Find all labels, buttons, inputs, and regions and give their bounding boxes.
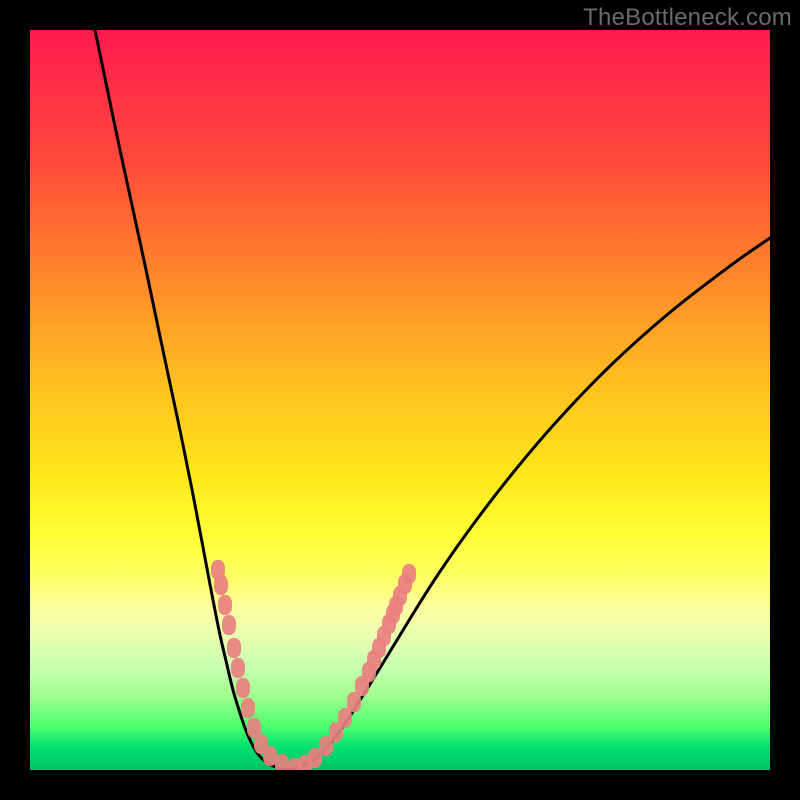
marker-right-markers-16 <box>402 564 416 584</box>
markers-group <box>211 560 416 770</box>
marker-right-markers-4 <box>338 708 352 728</box>
marker-left-markers-6 <box>236 678 250 698</box>
marker-left-markers-3 <box>222 615 236 635</box>
marker-left-markers-11 <box>275 754 289 770</box>
curve-left-curve <box>95 30 288 770</box>
curves-group <box>95 30 770 770</box>
marker-left-markers-7 <box>241 698 255 718</box>
plot-gradient-background <box>30 30 770 770</box>
marker-left-markers-10 <box>263 746 277 766</box>
marker-left-markers-4 <box>227 638 241 658</box>
watermark-text: TheBottleneck.com <box>583 4 792 32</box>
plot-svg <box>30 30 770 770</box>
marker-left-markers-1 <box>214 575 228 595</box>
marker-left-markers-5 <box>231 658 245 678</box>
chart-frame: TheBottleneck.com <box>0 0 800 800</box>
marker-left-markers-2 <box>218 595 232 615</box>
